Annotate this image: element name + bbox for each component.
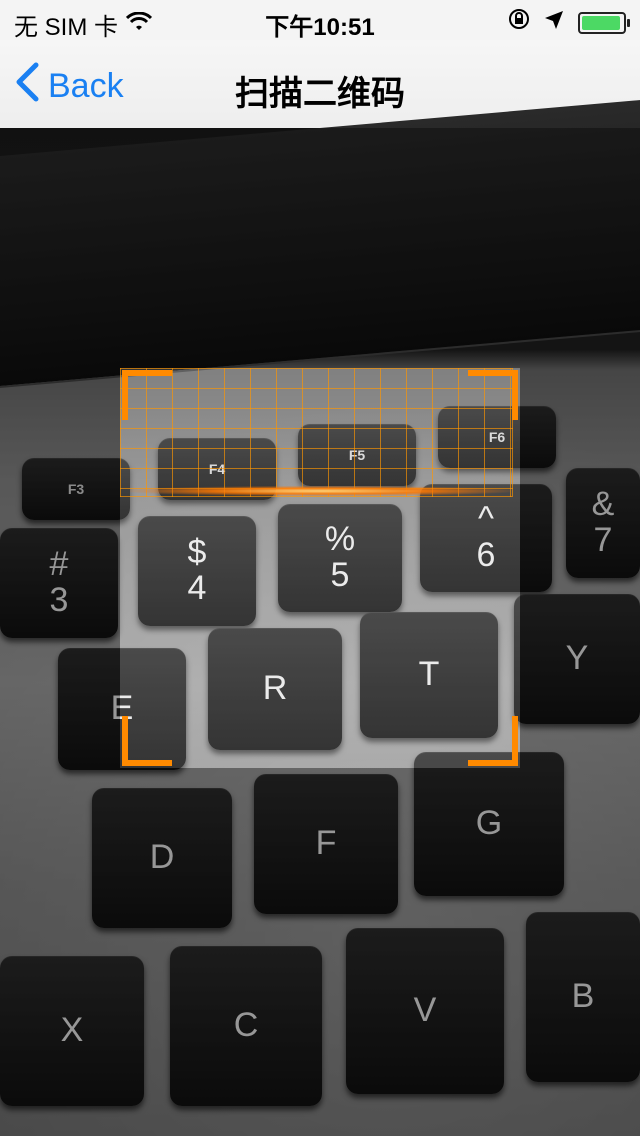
scan-mask-left [0,368,120,768]
scan-mask-bottom [0,768,640,1136]
status-bar: 无 SIM 卡 下午10:51 [0,0,640,41]
qr-scan-frame [120,368,520,768]
scan-corner-bottom-left [122,716,172,766]
scan-grid [120,368,513,497]
scan-mask-top [0,128,640,368]
scan-mask-right [520,368,640,768]
battery-level [582,15,620,30]
scan-corner-bottom-right [468,716,518,766]
scan-corner-top-left [122,370,172,420]
battery-icon [578,11,630,34]
scan-corner-top-right [468,370,518,420]
status-right [508,8,630,37]
location-arrow-icon [544,9,564,37]
orientation-lock-icon [508,8,530,37]
scan-line [130,486,510,496]
